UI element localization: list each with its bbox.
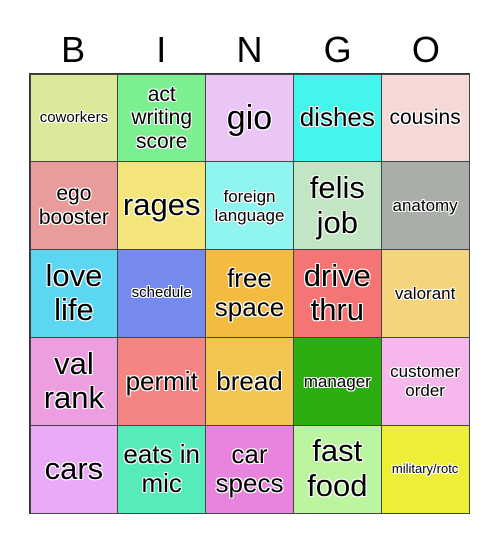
cell-label: manager: [303, 371, 371, 391]
cell-label: val rank: [43, 345, 105, 416]
bingo-cell[interactable]: fast food: [292, 424, 382, 514]
cell-label: ego booster: [38, 182, 109, 229]
bingo-cell[interactable]: ego booster: [29, 161, 119, 251]
bingo-cell[interactable]: schedule: [117, 249, 207, 338]
cell-label: coworkers: [39, 108, 109, 126]
cell-label: bread: [216, 365, 283, 396]
bingo-cell[interactable]: military/rotc: [380, 424, 470, 514]
bingo-cell[interactable]: rages: [117, 161, 207, 251]
bingo-header: B I N G O: [29, 26, 470, 73]
cell-label: cars: [44, 450, 104, 486]
cell-label: valorant: [394, 283, 456, 303]
cell-label: gio: [226, 98, 273, 137]
header-letter-n: N: [236, 29, 263, 70]
bingo-grid: coworkers act writing score gio dishes c…: [29, 73, 470, 514]
bingo-cell[interactable]: free space: [205, 249, 294, 338]
cell-label: rages: [122, 187, 201, 223]
bingo-cell[interactable]: drive thru: [292, 249, 382, 338]
bingo-cell[interactable]: bread: [205, 336, 294, 426]
bingo-cell[interactable]: anatomy: [380, 161, 470, 251]
bingo-cell[interactable]: manager: [292, 336, 382, 426]
bingo-cell[interactable]: cars: [29, 424, 119, 514]
bingo-cell[interactable]: customer order: [380, 336, 470, 426]
header-letter-b: B: [61, 29, 86, 70]
bingo-cell[interactable]: cousins: [380, 73, 470, 163]
bingo-cell[interactable]: valorant: [380, 249, 470, 338]
cell-label: eats in mic: [123, 438, 200, 499]
bingo-cell[interactable]: eats in mic: [117, 424, 207, 514]
bingo-cell[interactable]: coworkers: [29, 73, 119, 163]
bingo-cell[interactable]: car specs: [205, 424, 294, 514]
cell-label: free space: [214, 263, 285, 323]
bingo-cell[interactable]: dishes: [292, 73, 382, 163]
header-letter-i: I: [156, 29, 167, 70]
cell-label: anatomy: [392, 196, 458, 216]
cell-label: customer order: [390, 362, 461, 401]
cell-label: foreign language: [214, 186, 285, 225]
cell-label: permit: [125, 365, 198, 396]
bingo-cell[interactable]: foreign language: [205, 161, 294, 251]
header-letter-o: O: [411, 29, 440, 70]
cell-label: fast food: [307, 433, 368, 504]
header-letter-g: G: [323, 29, 352, 70]
cell-label: act writing score: [131, 82, 193, 153]
cell-label: felis job: [309, 169, 365, 240]
bingo-cell[interactable]: val rank: [29, 336, 119, 426]
cell-label: military/rotc: [391, 460, 459, 476]
cell-label: love life: [45, 257, 103, 328]
bingo-cell[interactable]: gio: [205, 73, 294, 163]
cell-label: schedule: [131, 284, 192, 302]
bingo-cell[interactable]: act writing score: [117, 73, 207, 163]
cell-label: cousins: [389, 106, 461, 130]
bingo-cell[interactable]: love life: [29, 249, 119, 338]
bingo-cell[interactable]: felis job: [292, 161, 382, 251]
cell-label: drive thru: [303, 257, 371, 328]
bingo-cell[interactable]: permit: [117, 336, 207, 426]
cell-label: car specs: [215, 438, 284, 499]
cell-label: dishes: [299, 102, 375, 133]
